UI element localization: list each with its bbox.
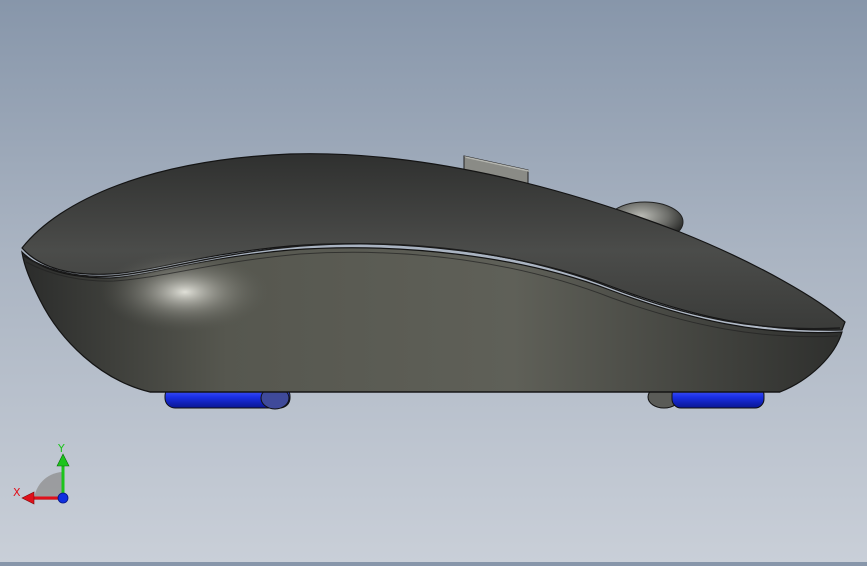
x-axis-label: X [13,486,21,499]
model-canvas[interactable] [0,0,867,562]
z-axis-dot-icon [57,492,69,504]
axis-triad[interactable]: Y X [10,440,80,510]
x-axis-arrowhead-icon [21,491,35,505]
y-axis-label: Y [57,442,65,455]
graphics-viewport[interactable] [0,0,867,562]
y-axis-arrowhead-icon [56,453,70,467]
triad-plane-icon [34,472,62,500]
